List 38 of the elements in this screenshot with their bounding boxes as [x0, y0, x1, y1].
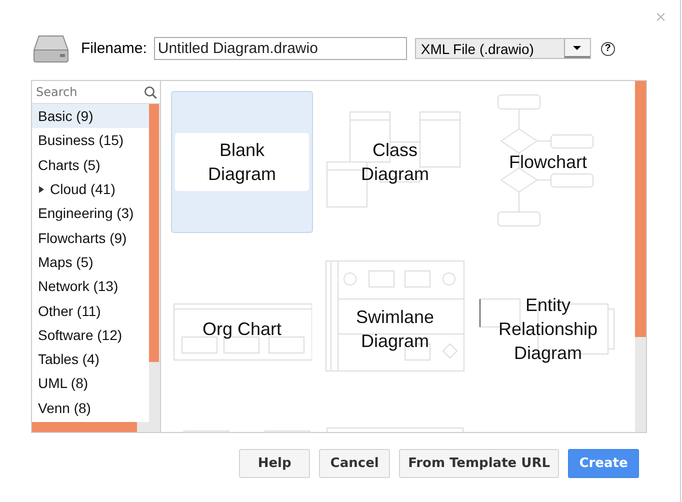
- help-icon[interactable]: ?: [600, 42, 615, 56]
- format-dropdown[interactable]: XML File (.drawio): [414, 38, 591, 59]
- category-item[interactable]: Flowcharts (9): [32, 225, 149, 250]
- category-item[interactable]: Business (15): [32, 128, 149, 153]
- category-item[interactable]: Basic (9): [32, 104, 149, 128]
- template-label: Class Diagram: [360, 139, 430, 186]
- filename-field[interactable]: Untitled Diagram.drawio: [154, 37, 407, 60]
- category-item[interactable]: UML (8): [32, 371, 149, 396]
- template-tile[interactable]: Org Chart: [171, 258, 313, 400]
- dialog-button[interactable]: Cancel: [319, 449, 390, 478]
- template-tile[interactable]: Entity Relationship Diagram: [477, 258, 619, 400]
- template-label: Entity Relationship Diagram: [498, 294, 598, 365]
- category-item[interactable]: Venn (8): [32, 396, 149, 420]
- category-item[interactable]: Network (13): [32, 274, 149, 298]
- category-item[interactable]: Maps (5): [32, 250, 149, 274]
- template-label: Swimlane Diagram: [354, 306, 436, 353]
- hard-drive-icon: [33, 34, 69, 62]
- template-label: Org Chart: [202, 318, 282, 341]
- template-tile[interactable]: Flowchart: [477, 91, 619, 233]
- scrollbar-thumb[interactable]: [635, 81, 646, 337]
- category-item[interactable]: Engineering (3): [32, 201, 149, 226]
- category-item[interactable]: Software (12): [32, 322, 149, 347]
- scrollbar-thumb[interactable]: [149, 104, 159, 362]
- filename-label: Filename:: [81, 40, 147, 57]
- caret-icon: [573, 46, 582, 50]
- template-tile[interactable]: Swimlane Diagram: [324, 258, 466, 400]
- template-tile[interactable]: Class Diagram: [324, 91, 466, 233]
- dialog-button[interactable]: Help: [239, 449, 310, 478]
- template-tile[interactable]: Blank Diagram: [171, 91, 313, 233]
- search-icon: [144, 86, 157, 98]
- scrollbar-thumb[interactable]: [32, 422, 137, 432]
- dialog-button[interactable]: From Template URL: [399, 449, 559, 478]
- category-item[interactable]: Charts (5): [32, 152, 149, 177]
- template-label: Blank Diagram: [175, 133, 309, 191]
- category-item[interactable]: Tables (4): [32, 346, 149, 372]
- category-item[interactable]: Cloud (41): [32, 176, 149, 202]
- category-item[interactable]: Other (11): [32, 298, 149, 323]
- template-label: Flowchart: [508, 151, 588, 174]
